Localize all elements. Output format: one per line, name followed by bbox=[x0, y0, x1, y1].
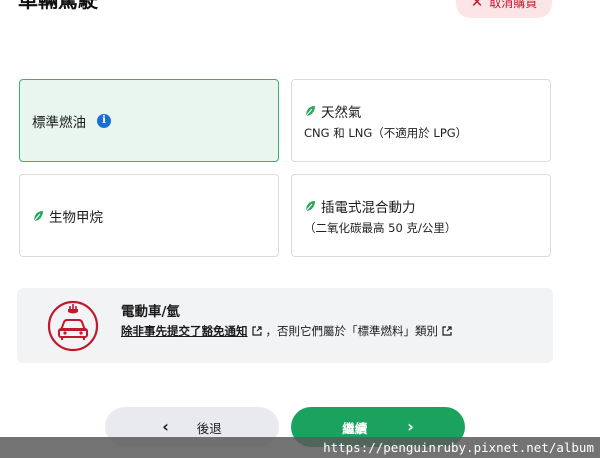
electric-car-icon bbox=[47, 300, 99, 352]
leaf-icon bbox=[33, 210, 43, 221]
info-icon[interactable]: i bbox=[97, 113, 111, 128]
external-link-icon[interactable] bbox=[442, 326, 452, 336]
back-button-label: 後退 bbox=[196, 420, 222, 436]
fuel-option-natural-gas[interactable]: 天然氣 CNG 和 LNG（不適用於 LPG） bbox=[291, 79, 551, 162]
chevron-left-icon: ‹ bbox=[162, 417, 169, 436]
watermark-url: https://penguinruby.pixnet.net/album bbox=[0, 437, 600, 458]
fuel-option-label: 天然氣 bbox=[321, 104, 362, 121]
ev-notice-text: 除非事先提交了豁免通知 ，否則它們屬於「標準燃料」類別 bbox=[121, 323, 456, 339]
ev-notice-title: 電動車/氫 bbox=[121, 304, 180, 320]
fuel-option-plugin-hybrid[interactable]: 插電式混合動力 （二氧化碳最高 50 克/公里） bbox=[291, 174, 551, 257]
chevron-right-icon: › bbox=[407, 417, 414, 436]
fuel-option-biomethane[interactable]: 生物甲烷 bbox=[19, 174, 279, 257]
external-link-icon bbox=[251, 326, 262, 336]
cancel-purchase-label: 取消購買 bbox=[489, 0, 538, 10]
exemption-notice-link[interactable]: 除非事先提交了豁免通知 bbox=[121, 323, 248, 339]
fuel-option-label: 生物甲烷 bbox=[49, 209, 103, 226]
ev-notice: 電動車/氫 除非事先提交了豁免通知 ，否則它們屬於「標準燃料」類別 bbox=[17, 288, 553, 363]
fuel-option-subtext: CNG 和 LNG（不適用於 LPG） bbox=[304, 125, 468, 140]
page-title: 車輛駕駛 bbox=[18, 0, 98, 12]
leaf-icon bbox=[305, 105, 315, 116]
fuel-option-label: 插電式混合動力 bbox=[321, 199, 416, 216]
ev-notice-rest: ，否則它們屬於「標準燃料」類別 bbox=[265, 324, 439, 338]
continue-button-label: 繼續 bbox=[342, 420, 368, 436]
leaf-icon bbox=[305, 200, 315, 211]
fuel-option-subtext: （二氧化碳最高 50 克/公里） bbox=[304, 220, 457, 235]
cancel-purchase-button[interactable]: ✕ 取消購買 bbox=[456, 0, 552, 18]
fuel-option-standard[interactable]: 標準燃油 i bbox=[19, 79, 279, 162]
fuel-option-label: 標準燃油 bbox=[32, 114, 86, 131]
close-icon: ✕ bbox=[470, 0, 484, 11]
